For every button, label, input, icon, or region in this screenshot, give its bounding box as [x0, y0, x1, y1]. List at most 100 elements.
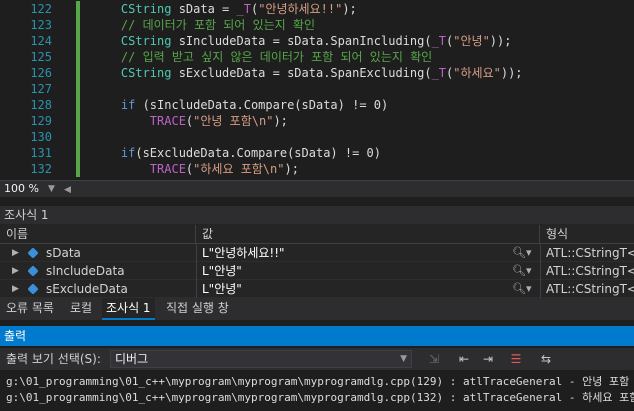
- scroll-left-icon[interactable]: ◀: [64, 182, 71, 198]
- code-token: // 입력 받고 싶지 않은 데이터가 포함 되어 있는지 확인: [120, 50, 433, 64]
- expand-arrow-icon[interactable]: ▶: [12, 262, 19, 280]
- code-token: CString: [120, 2, 172, 16]
- dropdown-caret-icon[interactable]: ▼: [48, 181, 55, 197]
- tab-1[interactable]: 로컬: [66, 298, 96, 320]
- code-line[interactable]: 132 TRACE("하세요 포함\n");: [0, 161, 634, 177]
- code-editor[interactable]: 122 CString sData = _T("안녕하세요!!"); 123 //…: [0, 0, 634, 180]
- code-line[interactable]: 125 // 입력 받고 싶지 않은 데이터가 포함 되어 있는지 확인: [0, 49, 634, 65]
- code-token: "하세요": [453, 66, 501, 80]
- watch-row[interactable]: ▶ sIncludeData L"안녕" 🔍︎▾ ATL::CStringT<w...: [0, 262, 634, 280]
- code-token: // 데이터가 포함 되어 있는지 확인: [120, 18, 315, 32]
- tab-2[interactable]: 조사식 1: [102, 298, 155, 320]
- change-indicator: [76, 145, 80, 161]
- column-divider: [196, 280, 197, 298]
- code-token: if: [120, 98, 136, 112]
- code-token: "안녕": [453, 34, 490, 48]
- column-divider: [196, 244, 197, 262]
- code-line[interactable]: 131 if(sExcludeData.Compare(sData) != 0): [0, 145, 634, 161]
- line-number: 132: [30, 162, 52, 176]
- line-number: 125: [30, 50, 52, 64]
- code-line[interactable]: 129 TRACE("안녕 포함\n");: [0, 113, 634, 129]
- code-line[interactable]: 128 if (sIncludeData.Compare(sData) != 0…: [0, 97, 634, 113]
- change-indicator: [76, 161, 80, 177]
- code-token: if: [120, 146, 136, 160]
- code-line[interactable]: 127: [0, 81, 634, 97]
- code-token: TRACE: [149, 162, 186, 176]
- watch-value[interactable]: L"안녕하세요!!": [202, 244, 285, 262]
- watch-row[interactable]: ▶ sData L"안녕하세요!!" 🔍︎▾ ATL::CStringT<w...: [0, 244, 634, 262]
- code-text: CString sData = _T("안녕하세요!!");: [92, 1, 357, 17]
- watch-row[interactable]: ▶ sExcludeData L"안녕" 🔍︎▾ ATL::CStringT<w...: [0, 280, 634, 298]
- code-token: "하세요 포함\n": [193, 162, 285, 176]
- watch-name[interactable]: sExcludeData: [46, 280, 128, 298]
- find-in-output-icon[interactable]: ⇲: [426, 351, 442, 367]
- code-text: if(sExcludeData.Compare(sData) != 0): [92, 145, 381, 161]
- line-number: 124: [30, 34, 52, 48]
- line-number: 126: [30, 66, 52, 80]
- column-type[interactable]: 형식: [540, 225, 634, 244]
- watch-panel: 조사식 1 이름 값 형식 ▶ sData L"안녕하세요!!" 🔍︎▾ ATL::CS…: [0, 206, 634, 298]
- zoom-level[interactable]: 100 %: [4, 181, 39, 197]
- magnifier-icon[interactable]: 🔍︎▾: [512, 280, 532, 298]
- code-token: ));: [500, 66, 523, 80]
- watch-value[interactable]: L"안녕": [202, 262, 242, 280]
- change-indicator: [76, 65, 80, 81]
- code-token: CString: [120, 66, 172, 80]
- watch-type: ATL::CStringT<w...: [546, 282, 634, 296]
- output-toolbar: 출력 보기 선택(S): 디버그 ▼ ⇲ ⇤ ⇥ ☰ ⇆: [0, 348, 634, 370]
- watch-name[interactable]: sData: [46, 244, 81, 262]
- change-indicator: [76, 1, 80, 17]
- watch-header: 이름 값 형식: [0, 225, 634, 244]
- word-wrap-icon[interactable]: ⇆: [538, 351, 554, 367]
- clear-all-icon[interactable]: ☰: [508, 351, 524, 367]
- editor-status-bar: 100 % ▼ ◀: [0, 180, 634, 197]
- expand-arrow-icon[interactable]: ▶: [12, 244, 19, 262]
- prev-message-icon[interactable]: ⇤: [456, 351, 472, 367]
- change-indicator: [76, 17, 80, 33]
- line-number: 130: [30, 130, 52, 144]
- debug-tab-strip: 오류 목록 로컬 조사식 1 직접 실행 창: [0, 298, 634, 320]
- next-message-icon[interactable]: ⇥: [480, 351, 496, 367]
- output-line: g:\01_programming\01_c++\myprogram\mypro…: [6, 391, 634, 404]
- tab-3[interactable]: 직접 실행 창: [162, 298, 233, 320]
- code-token: (sIncludeData.Compare(sData) != 0): [135, 98, 389, 112]
- code-line[interactable]: 126 CString sExcludeData = sData.SpanExc…: [0, 65, 634, 81]
- column-name[interactable]: 이름: [0, 225, 196, 244]
- column-divider: [540, 262, 541, 280]
- code-text: // 입력 받고 싶지 않은 데이터가 포함 되어 있는지 확인: [92, 49, 432, 65]
- variable-cube-icon: [27, 247, 39, 259]
- dropdown-caret-icon[interactable]: ▼: [400, 351, 407, 367]
- expand-arrow-icon[interactable]: ▶: [12, 280, 19, 298]
- output-text[interactable]: g:\01_programming\01_c++\myprogram\mypro…: [0, 370, 634, 411]
- column-divider: [540, 244, 541, 262]
- column-value[interactable]: 값: [196, 225, 540, 244]
- code-token: ));: [489, 34, 512, 48]
- column-divider: [540, 280, 541, 298]
- column-divider: [196, 262, 197, 280]
- output-source-value: 디버그: [115, 352, 149, 366]
- magnifier-icon[interactable]: 🔍︎▾: [512, 262, 532, 280]
- watch-value[interactable]: L"안녕": [202, 280, 242, 298]
- code-token: sIncludeData = sData.SpanIncluding(: [171, 34, 432, 48]
- tab-0[interactable]: 오류 목록: [2, 298, 58, 320]
- code-text: TRACE("하세요 포함\n");: [92, 161, 299, 177]
- code-line[interactable]: 124 CString sIncludeData = sData.SpanInc…: [0, 33, 634, 49]
- magnifier-icon[interactable]: 🔍︎▾: [512, 244, 532, 262]
- watch-name[interactable]: sIncludeData: [46, 262, 125, 280]
- line-number: 129: [30, 114, 52, 128]
- output-panel-title: 출력: [0, 326, 634, 346]
- code-token: );: [273, 114, 288, 128]
- code-line[interactable]: 123 // 데이터가 포함 되어 있는지 확인: [0, 17, 634, 33]
- code-token: _T: [431, 34, 447, 48]
- code-text: CString sExcludeData = sData.SpanExcludi…: [92, 65, 523, 81]
- code-line[interactable]: 122 CString sData = _T("안녕하세요!!");: [0, 1, 634, 17]
- line-number: 131: [30, 146, 52, 160]
- watch-type: ATL::CStringT<w...: [546, 264, 634, 278]
- output-source-select[interactable]: 디버그 ▼: [110, 350, 412, 368]
- change-indicator: [76, 129, 80, 145]
- code-text: TRACE("안녕 포함\n");: [92, 113, 288, 129]
- variable-cube-icon: [27, 265, 39, 277]
- change-indicator: [76, 33, 80, 49]
- code-line[interactable]: 130: [0, 129, 634, 145]
- change-indicator: [76, 97, 80, 113]
